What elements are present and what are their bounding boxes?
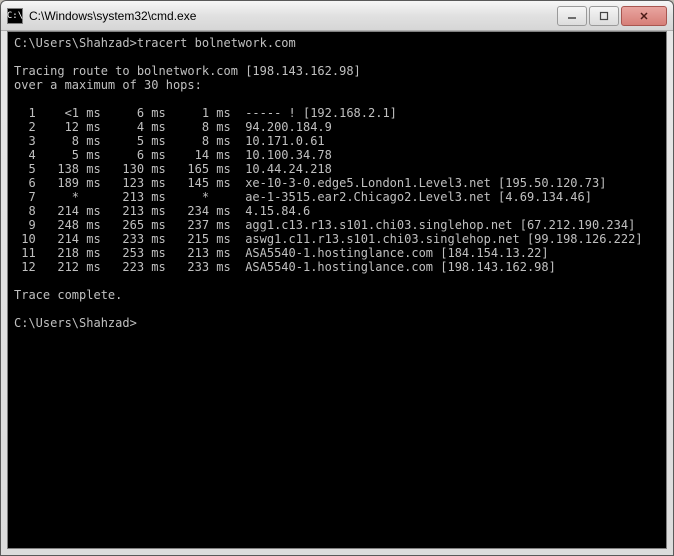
cmd-window: C:\ C:\Windows\system32\cmd.exe C:\Users…	[0, 0, 674, 556]
minimize-button[interactable]	[557, 6, 587, 26]
cmd-icon: C:\	[7, 8, 23, 24]
titlebar[interactable]: C:\ C:\Windows\system32\cmd.exe	[1, 1, 673, 31]
maximize-button[interactable]	[589, 6, 619, 26]
minimize-icon	[567, 11, 577, 21]
close-icon	[639, 11, 649, 21]
close-button[interactable]	[621, 6, 667, 26]
window-controls	[555, 6, 667, 26]
console-output[interactable]: C:\Users\Shahzad>tracert bolnetwork.com …	[7, 31, 667, 549]
maximize-icon	[599, 11, 609, 21]
window-title: C:\Windows\system32\cmd.exe	[29, 9, 555, 23]
